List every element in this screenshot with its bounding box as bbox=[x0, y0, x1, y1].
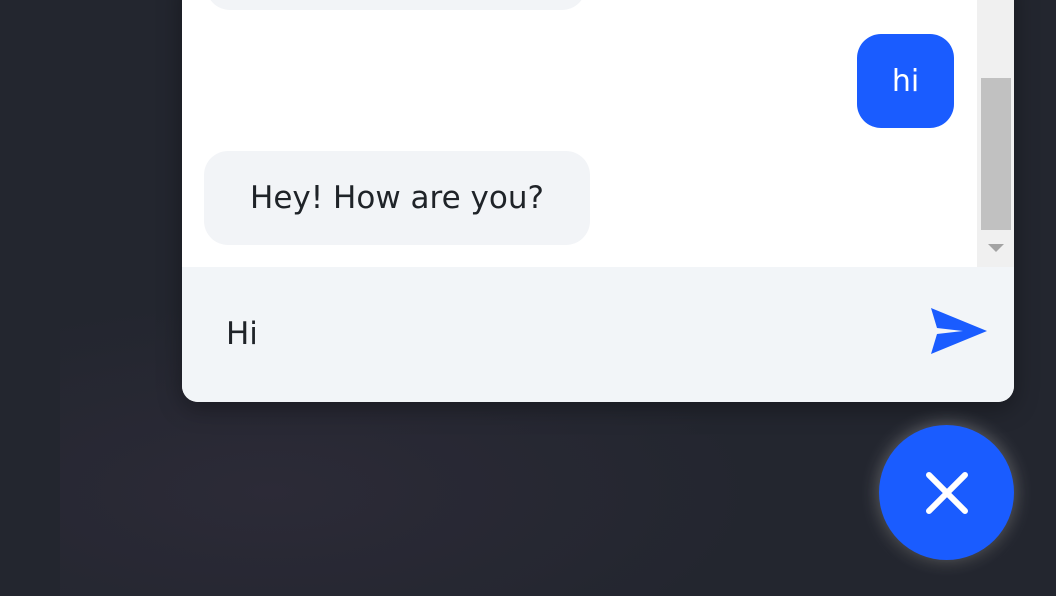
user-message-bubble: hi bbox=[857, 34, 954, 128]
message-input[interactable] bbox=[226, 297, 906, 371]
close-icon bbox=[925, 471, 968, 514]
scrollbar-thumb[interactable] bbox=[981, 78, 1011, 230]
send-icon bbox=[931, 308, 987, 354]
message-list: hi Hey! How are you? bbox=[182, 0, 977, 267]
chat-window: hi Hey! How are you? bbox=[182, 0, 1014, 402]
message-list-scrollbar[interactable] bbox=[977, 0, 1014, 267]
bot-message-text: Hey! How are you? bbox=[250, 180, 544, 216]
user-message-text: hi bbox=[891, 63, 920, 99]
close-chat-button[interactable] bbox=[879, 425, 1014, 560]
bot-message-bubble: Hey! How are you? bbox=[204, 151, 590, 245]
bot-message-bubble-partial bbox=[206, 0, 586, 10]
scroll-down-arrow-icon[interactable] bbox=[988, 244, 1004, 252]
send-button[interactable] bbox=[926, 303, 992, 359]
message-composer bbox=[182, 267, 1014, 402]
